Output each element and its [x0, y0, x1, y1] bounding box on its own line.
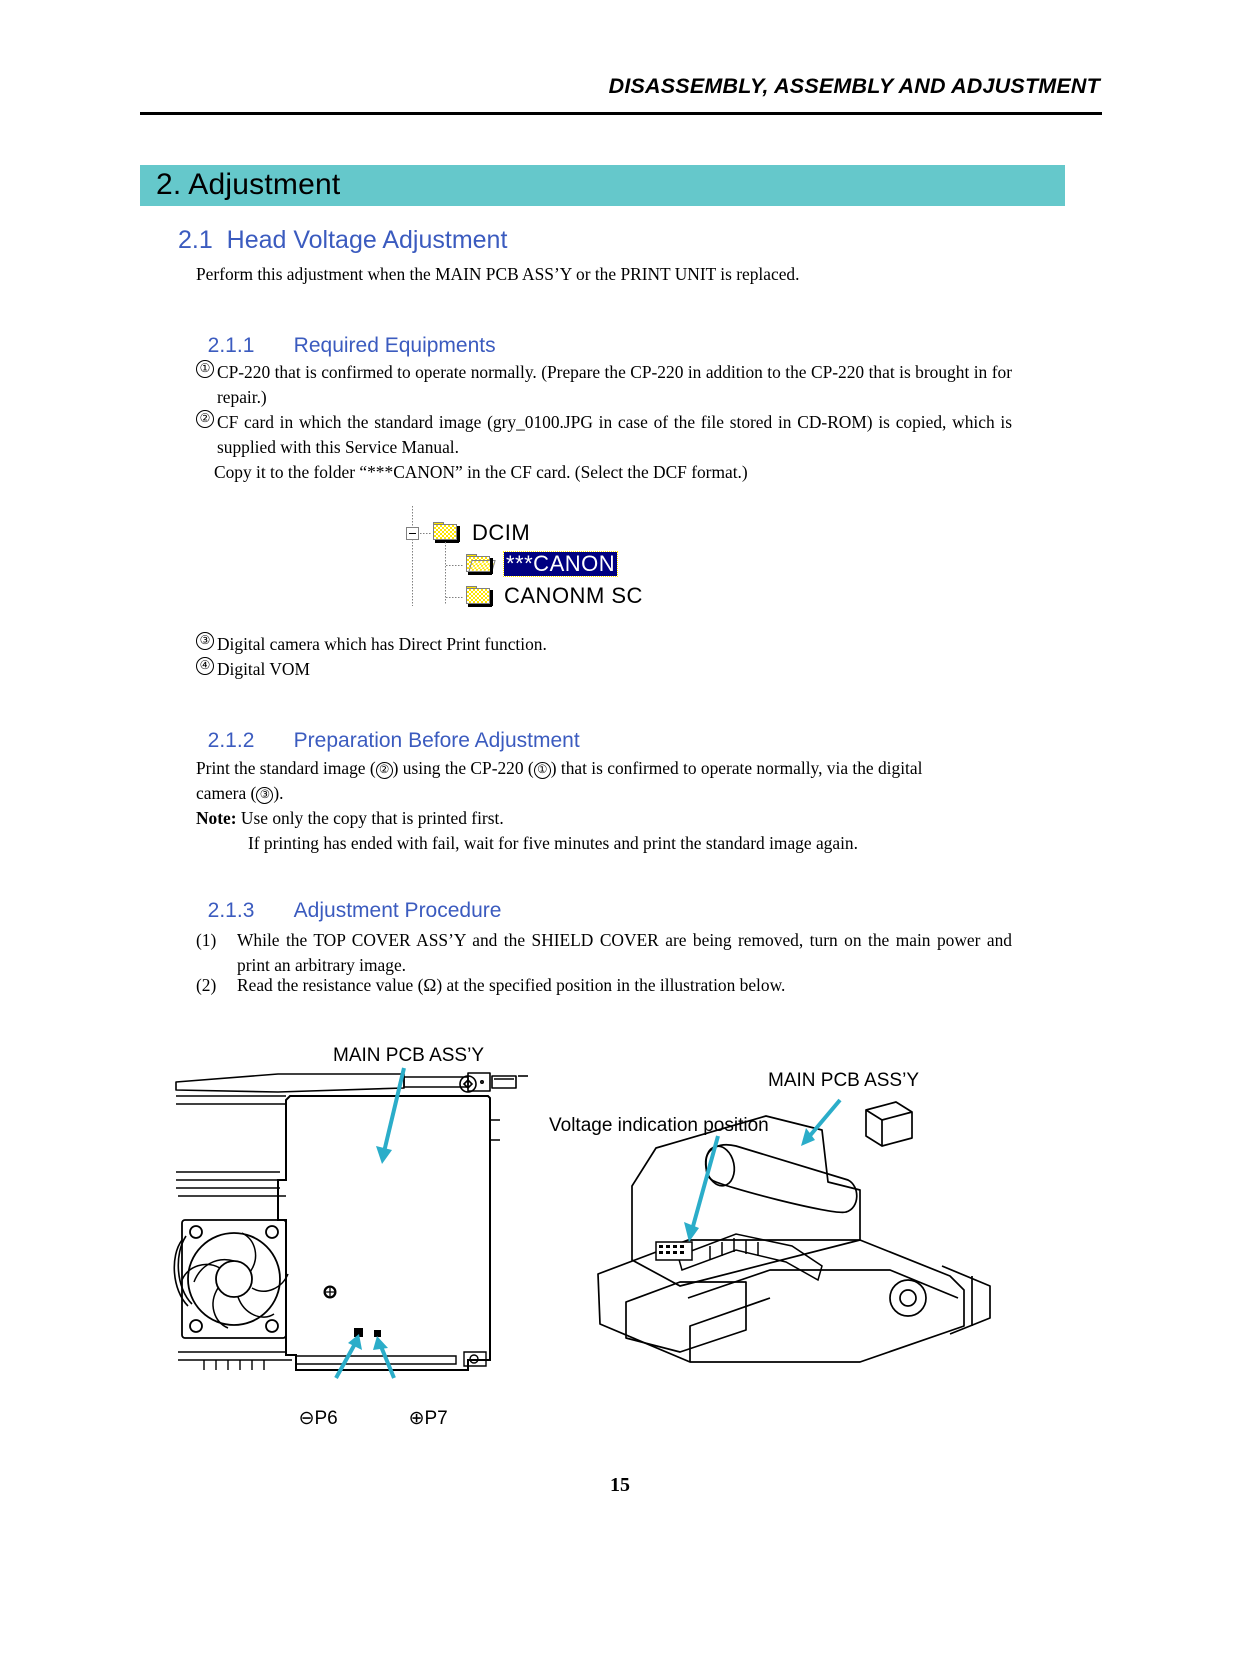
tree-connector-canon	[446, 565, 464, 566]
p7-marker-icon: ⊕	[408, 1408, 425, 1429]
section-2-1-1-title: Required Equipments	[293, 334, 496, 357]
prep-line2-a: camera (	[196, 783, 257, 803]
left-illustration-printer-internal	[173, 1067, 528, 1379]
preparation-paragraph-line2: camera (③).	[196, 781, 1026, 806]
callout-arrow-p7	[373, 1336, 396, 1379]
procedure-step-1-text: While the TOP COVER ASS’Y and the SHIELD…	[237, 930, 1012, 975]
chapter-title: 2. Adjustment	[156, 168, 341, 201]
section-2-1-intro: Perform this adjustment when the MAIN PC…	[196, 264, 800, 284]
section-2-1-heading: 2.1 Head Voltage Adjustment	[178, 226, 508, 254]
tree-row-root[interactable]: DCIM	[404, 521, 694, 550]
prep-marker-2: ②	[375, 762, 393, 779]
tree-label-dcim[interactable]: DCIM	[472, 521, 530, 545]
procedure-step-2-text: Read the resistance value (Ω) at the spe…	[237, 973, 1012, 998]
note-text-1: Use only the copy that is printed first.	[240, 808, 504, 828]
folder-icon-canonmsc	[466, 586, 493, 607]
list-marker-4: ④	[196, 657, 214, 675]
running-title: DISASSEMBLY, ASSEMBLY AND ADJUSTMENT	[608, 74, 1100, 98]
section-2-1-2-number: 2.1.2	[207, 729, 255, 752]
prep-line1-c: ) that is confirmed to operate normally,…	[550, 758, 923, 778]
omega-symbol: Ω	[423, 975, 437, 995]
folder-icon-dcim	[433, 522, 460, 543]
preparation-note-line-1: Note: Use only the copy that is printed …	[196, 806, 1026, 831]
prep-marker-1: ①	[533, 762, 551, 779]
procedure-step-2-number: (2)	[196, 975, 217, 995]
section-2-1-1-number: 2.1.1	[207, 334, 255, 357]
left-figure-p6-group: ⊖P6	[288, 1385, 338, 1430]
procedure-step-1: (1) While the TOP COVER ASS’Y and the SH…	[196, 928, 1012, 978]
step2-text-a: Read the resistance value (	[237, 975, 424, 995]
equipment-item-4-text: Digital VOM	[217, 659, 310, 679]
list-marker-3: ③	[196, 632, 214, 650]
callout-arrow-voltage-position	[684, 1135, 720, 1242]
callout-arrow-main-pcb	[376, 1067, 406, 1164]
prep-marker-3: ③	[256, 787, 274, 804]
folder-icon-canon	[466, 554, 496, 575]
left-figure-p6-label: P6	[314, 1408, 338, 1429]
equipment-item-1-text: CP-220 that is confirmed to operate norm…	[217, 362, 1012, 407]
procedure-step-2: (2) Read the resistance value (Ω) at the…	[196, 973, 1012, 998]
left-figure-p7-group: ⊕P7	[398, 1385, 448, 1430]
tree-expander-icon[interactable]	[406, 527, 419, 540]
chapter-banner: 2. Adjustment	[140, 165, 1065, 206]
note-label: Note:	[196, 808, 237, 828]
section-2-1-3-title: Adjustment Procedure	[293, 899, 502, 922]
right-figure-main-pcb-label: MAIN PCB ASS’Y	[768, 1070, 919, 1091]
ground-symbol	[323, 1285, 337, 1299]
section-2-1-3-heading: 2.1.3 Adjustment Procedure	[196, 875, 502, 923]
equipment-item-2: ② CF card in which the standard image (g…	[196, 410, 1012, 460]
tree-label-canon[interactable]: ***CANON	[502, 551, 619, 577]
prep-line1-b: ) using the CP-220 (	[392, 758, 534, 778]
equipment-item-1: ① CP-220 that is confirmed to operate no…	[196, 360, 1012, 410]
pad-p7	[374, 1330, 381, 1337]
right-illustration-voltage-position	[597, 1098, 991, 1363]
tree-connector-canonmsc	[446, 597, 464, 598]
p6-marker-icon: ⊖	[298, 1408, 315, 1429]
prep-line1-a: Print the standard image (	[196, 758, 376, 778]
procedure-step-1-number: (1)	[196, 930, 217, 950]
equipment-item-2-line3: Copy it to the folder “***CANON” in the …	[214, 462, 748, 482]
tree-label-canonmsc[interactable]: CANONM SC	[504, 584, 643, 608]
section-2-1-1-heading: 2.1.1 Required Equipments	[196, 310, 496, 358]
tree-connector-root	[420, 533, 432, 534]
section-2-1-3-number: 2.1.3	[207, 899, 255, 922]
callout-arrow-right-main-pcb	[801, 1098, 842, 1146]
equipment-item-4: ④ Digital VOM	[196, 657, 896, 682]
header-divider	[140, 112, 1102, 115]
equipment-item-3-text: Digital camera which has Direct Print fu…	[217, 634, 547, 654]
list-marker-2: ②	[196, 410, 214, 428]
section-2-1-2-title: Preparation Before Adjustment	[293, 729, 580, 752]
list-marker-1: ①	[196, 360, 214, 378]
equipment-item-3: ③ Digital camera which has Direct Print …	[196, 632, 896, 657]
tree-row-canonmsc[interactable]: CANONM SC	[404, 584, 694, 614]
tree-row-canon[interactable]: ***CANON	[404, 551, 694, 582]
prep-line2-b: ).	[273, 783, 284, 803]
folder-tree-figure: DCIM ***CANON CANONM SC	[404, 506, 694, 608]
voltage-indication-connector	[655, 1241, 693, 1261]
page-number: 15	[610, 1474, 630, 1496]
preparation-paragraph: Print the standard image (②) using the C…	[196, 756, 1026, 781]
page-header: DISASSEMBLY, ASSEMBLY AND ADJUSTMENT	[140, 74, 1100, 99]
preparation-note-line-2: If printing has ended with fail, wait fo…	[248, 833, 858, 853]
equipment-item-2-text: CF card in which the standard image (gry…	[217, 412, 1012, 457]
step2-text-b: ) at the specified position in the illus…	[436, 975, 786, 995]
section-2-1-2-heading: 2.1.2 Preparation Before Adjustment	[196, 705, 580, 753]
left-figure-p7-label: P7	[424, 1408, 448, 1429]
